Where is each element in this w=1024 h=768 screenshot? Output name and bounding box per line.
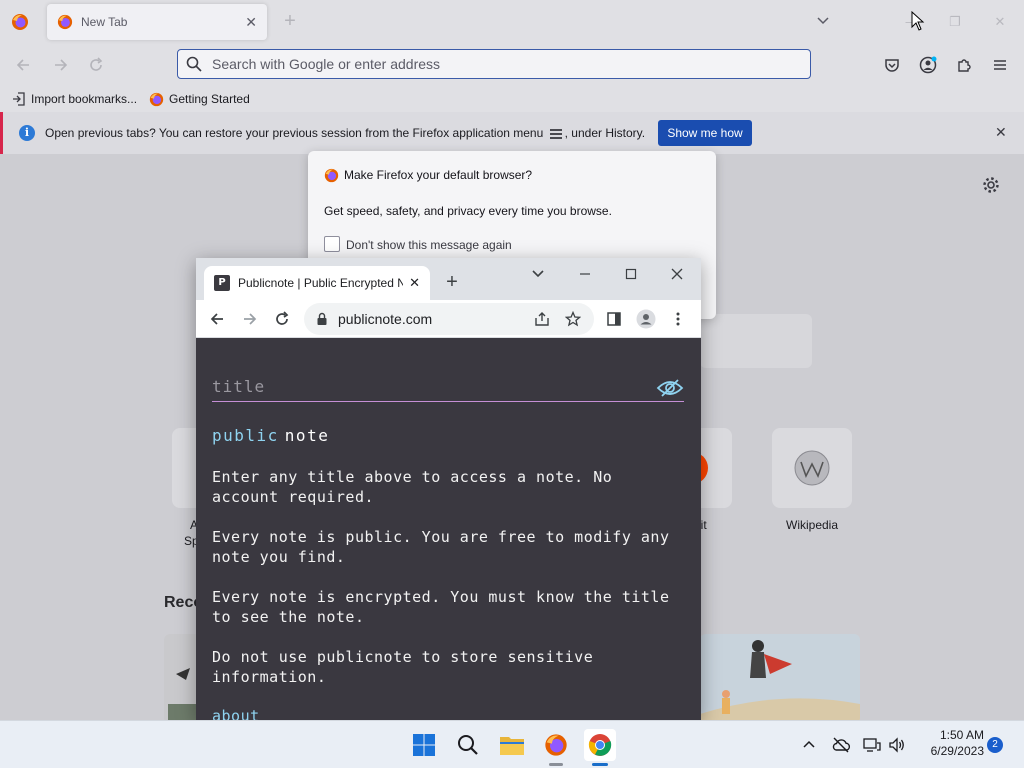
firefox-logo-icon[interactable] (8, 10, 32, 34)
windows-start-icon[interactable] (408, 729, 440, 761)
publicnote-brand: public note (212, 426, 329, 445)
intro-paragraph-1: Enter any title above to access a note. … (212, 468, 613, 506)
url-bar-placeholder: Search with Google or enter address (212, 56, 441, 72)
mouse-cursor-icon (911, 10, 925, 31)
firefox-tab-favicon-icon (57, 14, 73, 30)
hamburger-menu-icon (549, 129, 562, 139)
chrome-tab-publicnote[interactable]: P Publicnote | Public Encrypted N ✕ (204, 266, 430, 300)
intro-paragraph-3: Every note is encrypted. You must know t… (212, 588, 670, 626)
chrome-new-tab-button[interactable]: + (442, 272, 462, 292)
bookmark-getting-started[interactable]: Getting Started (149, 92, 250, 107)
network-icon[interactable] (862, 735, 882, 755)
new-tab-search-box[interactable] (700, 314, 812, 368)
extensions-icon[interactable] (951, 52, 977, 78)
close-tab-icon[interactable]: ✕ (409, 275, 420, 291)
omnibox-url: publicnote.com (338, 311, 433, 327)
dialog-title: Make Firefox your default browser? (344, 168, 533, 182)
firefox-running-indicator (549, 763, 563, 766)
firefox-new-tab-button[interactable]: + (278, 10, 302, 34)
dialog-body: Get speed, safety, and privacy every tim… (324, 204, 612, 218)
shortcut-label-wikipedia: Wikipedia (786, 518, 839, 532)
publicnote-favicon-icon: P (214, 275, 230, 291)
taskbar-clock[interactable]: 1:50 AM 6/29/2023 (912, 727, 984, 759)
wikipedia-icon (794, 450, 830, 486)
firefox-taskbar-icon[interactable] (540, 729, 572, 761)
back-arrow-icon[interactable] (207, 309, 227, 329)
session-restore-notification: i Open previous tabs? You can restore yo… (0, 112, 1024, 154)
firefox-url-bar[interactable]: Search with Google or enter address (177, 49, 811, 79)
bookmark-import[interactable]: Import bookmarks... (12, 92, 137, 106)
notification-text: Open previous tabs? You can restore your… (45, 126, 645, 140)
side-panel-icon[interactable] (604, 309, 624, 329)
firefox-logo-icon (149, 92, 164, 106)
close-notification-icon[interactable]: ✕ (995, 124, 1007, 141)
firefox-tab-title: New Tab (81, 15, 128, 29)
show-me-how-button[interactable]: Show me how (658, 120, 752, 146)
search-icon[interactable] (452, 729, 484, 761)
dont-show-checkbox[interactable] (324, 236, 340, 252)
notification-badge[interactable]: 2 (987, 737, 1003, 753)
reload-icon[interactable] (83, 52, 109, 78)
shortcut-tile-wikipedia[interactable] (772, 428, 852, 508)
chevron-down-icon[interactable] (815, 12, 835, 32)
chrome-window: P Publicnote | Public Encrypted N ✕ + pu… (196, 258, 701, 720)
firefox-tab-strip: New Tab ✕ + — ❐ ✕ (0, 0, 1024, 44)
pocket-icon[interactable] (879, 52, 905, 78)
clock-time: 1:50 AM (939, 728, 984, 742)
chrome-close-button[interactable] (665, 262, 689, 286)
chevron-up-icon[interactable] (799, 735, 819, 755)
recent-card-left[interactable] (164, 634, 200, 720)
firefox-restore-button[interactable]: ❐ (943, 10, 967, 34)
chrome-tab-strip: P Publicnote | Public Encrypted N ✕ + (196, 258, 701, 300)
brand-note: note (284, 426, 330, 445)
notification-text-after: , under History. (564, 126, 646, 140)
chrome-tab-title: Publicnote | Public Encrypted N (238, 276, 404, 290)
search-icon (186, 56, 202, 72)
profile-avatar-icon[interactable] (636, 309, 656, 329)
kebab-menu-icon[interactable] (668, 309, 688, 329)
lock-icon (317, 312, 327, 325)
note-title-input[interactable] (212, 372, 684, 402)
about-link[interactable]: about (212, 707, 260, 720)
file-explorer-icon[interactable] (496, 729, 528, 761)
close-tab-icon[interactable]: ✕ (245, 14, 257, 31)
star-icon[interactable] (564, 310, 582, 328)
account-icon[interactable] (915, 52, 941, 78)
reload-icon[interactable] (272, 309, 292, 329)
intro-paragraph-4: Do not use publicnote to store sensitive… (212, 648, 594, 686)
bookmark-import-label: Import bookmarks... (31, 92, 138, 106)
firefox-nav-bar: Search with Google or enter address (0, 44, 1024, 86)
recent-card-right[interactable] (700, 634, 860, 720)
share-icon[interactable] (533, 310, 551, 328)
info-icon: i (19, 125, 35, 141)
firefox-tab-new-tab[interactable]: New Tab ✕ (47, 4, 267, 40)
gear-icon[interactable] (982, 176, 1002, 196)
publicnote-page: public note Enter any title above to acce… (196, 338, 701, 720)
brand-public: public (212, 426, 279, 445)
firefox-close-button[interactable]: ✕ (988, 10, 1012, 34)
intro-paragraph-2: Every note is public. You are free to mo… (212, 528, 670, 566)
bookmarks-toolbar: Import bookmarks... Getting Started (0, 86, 1024, 112)
clock-date: 6/29/2023 (930, 744, 984, 758)
volume-icon[interactable] (887, 735, 907, 755)
chrome-maximize-button[interactable] (619, 262, 643, 286)
import-icon (13, 92, 25, 106)
chrome-taskbar-icon[interactable] (584, 729, 616, 761)
forward-arrow-icon[interactable] (47, 52, 73, 78)
dont-show-checkbox-label[interactable]: Don't show this message again (346, 238, 512, 252)
bookmark-getting-started-label: Getting Started (169, 92, 250, 106)
back-arrow-icon[interactable] (11, 52, 37, 78)
windows-taskbar: 1:50 AM 6/29/2023 2 (0, 720, 1024, 768)
forward-arrow-icon[interactable] (240, 309, 260, 329)
hamburger-menu-icon[interactable] (987, 52, 1013, 78)
chrome-toolbar: publicnote.com (196, 300, 701, 338)
chrome-active-indicator (592, 763, 608, 766)
eye-slash-icon[interactable] (656, 378, 684, 398)
onedrive-offline-icon[interactable] (831, 735, 851, 755)
chrome-minimize-button[interactable] (573, 262, 597, 286)
firefox-logo-icon (324, 168, 339, 183)
tab-search-chevron-icon[interactable] (531, 266, 547, 282)
notification-text-before: Open previous tabs? You can restore your… (45, 126, 544, 140)
